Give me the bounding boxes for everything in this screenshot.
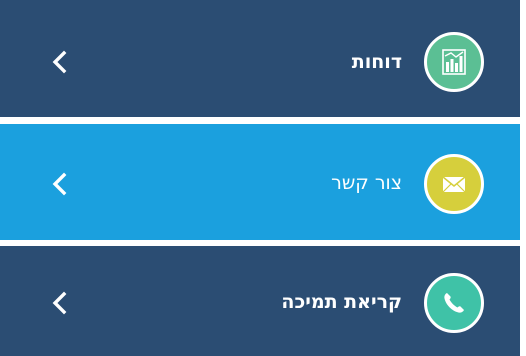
bar-chart-icon [442,49,466,75]
chevron-left-icon [52,172,67,196]
menu-list: דוחות צור קשר קריאת תמיכה [0,0,520,356]
chevron-left-icon [52,291,67,315]
menu-item-icon-circle [424,154,484,214]
menu-item-support-ticket[interactable]: קריאת תמיכה [0,246,520,356]
menu-item-reports[interactable]: דוחות [0,0,520,117]
menu-item-label: קריאת תמיכה [281,291,402,313]
menu-item-icon-circle [424,273,484,333]
chevron-left-icon [52,50,67,74]
envelope-icon [442,176,466,193]
menu-item-label: צור קשר [331,172,402,194]
phone-icon [444,293,464,313]
menu-item-contact[interactable]: צור קשר [0,124,520,240]
menu-item-label: דוחות [351,51,402,73]
menu-item-icon-circle [424,32,484,92]
